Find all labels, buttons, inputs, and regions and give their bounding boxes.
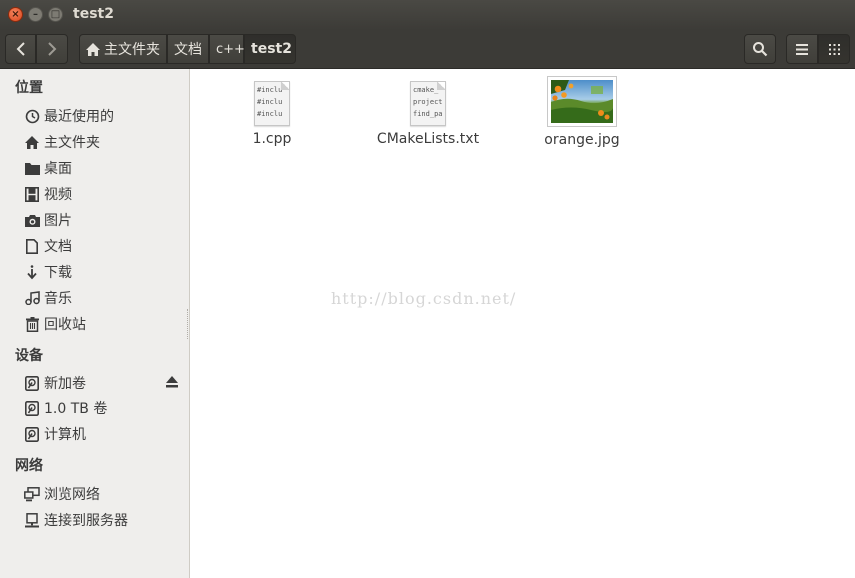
- sidebar-item-label: 主文件夹: [44, 135, 100, 151]
- maximize-icon: □: [50, 9, 61, 20]
- grid-view-button[interactable]: [818, 34, 850, 64]
- sidebar-item-trash[interactable]: 回收站: [24, 313, 86, 335]
- film-icon: [25, 186, 39, 202]
- file-preview-line: #inclu: [257, 110, 283, 118]
- forward-icon: [48, 42, 57, 56]
- music-icon: [24, 291, 40, 305]
- text-file-icon: cmake_ project find_pa: [410, 81, 446, 126]
- sidebar-section-network: 网络: [15, 458, 43, 474]
- sidebar-item-browse-network[interactable]: 浏览网络: [24, 483, 100, 505]
- close-icon: ×: [11, 9, 20, 20]
- file-item[interactable]: orange.jpg: [537, 76, 627, 148]
- document-icon: [26, 238, 38, 254]
- sidebar-item-1tb-volume[interactable]: 1.0 TB 卷: [24, 397, 107, 419]
- window-title: test2: [73, 6, 114, 22]
- sidebar-item-connect-server[interactable]: 连接到服务器: [24, 509, 128, 531]
- drive-icon: [25, 426, 39, 442]
- download-icon: [27, 264, 37, 279]
- sidebar-item-music[interactable]: 音乐: [24, 287, 72, 309]
- breadcrumb-label: 文档: [174, 42, 202, 58]
- camera-icon: [24, 214, 40, 227]
- home-icon: [86, 42, 100, 56]
- sidebar-item-videos[interactable]: 视频: [24, 183, 72, 205]
- file-preview-line: project: [413, 98, 443, 106]
- orange-photo-icon: [551, 80, 613, 123]
- sidebar-section-places: 位置: [15, 80, 43, 96]
- home-icon: [25, 135, 39, 149]
- maximize-button[interactable]: □: [48, 7, 63, 22]
- sidebar-item-label: 新加卷: [44, 376, 86, 392]
- close-button[interactable]: ×: [8, 7, 23, 22]
- drive-icon: [25, 400, 39, 416]
- file-item[interactable]: cmake_ project find_pa CMakeLists.txt: [368, 81, 488, 147]
- sidebar-item-label: 浏览网络: [44, 487, 100, 503]
- sidebar-item-label: 最近使用的: [44, 109, 114, 125]
- sidebar-item-documents[interactable]: 文档: [24, 235, 72, 257]
- file-item[interactable]: #inclu #inclu #inclu 1.cpp: [242, 81, 302, 147]
- drive-icon: [25, 375, 39, 391]
- minimize-icon: –: [33, 9, 38, 20]
- sidebar-item-label: 回收站: [44, 317, 86, 333]
- text-file-icon: #inclu #inclu #inclu: [254, 81, 290, 126]
- forward-button[interactable]: [36, 34, 68, 64]
- clock-icon: [25, 109, 39, 123]
- grid-view-icon: [828, 43, 840, 55]
- sidebar-item-label: 1.0 TB 卷: [44, 401, 108, 417]
- breadcrumb-documents[interactable]: 文档: [167, 34, 209, 64]
- sidebar-item-label: 连接到服务器: [44, 513, 128, 529]
- sidebar-item-label: 桌面: [44, 161, 72, 177]
- network-icon: [24, 486, 40, 501]
- eject-icon[interactable]: [165, 375, 179, 389]
- search-button[interactable]: [744, 34, 776, 64]
- folder-icon: [24, 162, 40, 175]
- file-name: CMakeLists.txt: [376, 131, 480, 147]
- file-preview-line: #inclu: [257, 86, 283, 94]
- breadcrumb-home[interactable]: 主文件夹: [79, 34, 167, 64]
- sidebar-item-label: 图片: [44, 213, 72, 229]
- watermark: http://blog.csdn.net/: [331, 289, 517, 308]
- title-bar: × – □ test2: [0, 0, 855, 30]
- file-name: orange.jpg: [544, 132, 620, 148]
- minimize-button[interactable]: –: [28, 7, 43, 22]
- breadcrumb-label: 主文件夹: [104, 42, 160, 58]
- sidebar-section-devices: 设备: [15, 348, 43, 364]
- sidebar-item-computer[interactable]: 计算机: [24, 423, 86, 445]
- sidebar-item-downloads[interactable]: 下载: [24, 261, 72, 283]
- file-name: 1.cpp: [252, 131, 292, 147]
- back-button[interactable]: [5, 34, 36, 64]
- file-preview-line: #inclu: [257, 98, 283, 106]
- list-view-button[interactable]: [786, 34, 818, 64]
- toolbar: 主文件夹 文档 c++ test2: [0, 30, 855, 69]
- file-view: #inclu #inclu #inclu 1.cpp cmake_ projec…: [190, 69, 855, 578]
- file-preview-line: find_pa: [413, 110, 443, 118]
- sidebar-item-new-volume[interactable]: 新加卷: [24, 372, 86, 394]
- list-view-icon: [796, 43, 808, 55]
- sidebar-item-label: 计算机: [44, 427, 86, 443]
- back-icon: [16, 42, 25, 56]
- sidebar-item-home[interactable]: 主文件夹: [24, 131, 100, 153]
- breadcrumb-label: test2: [251, 41, 292, 57]
- sidebar-item-desktop[interactable]: 桌面: [24, 157, 72, 179]
- sidebar-item-label: 文档: [44, 239, 72, 255]
- sidebar-item-recent[interactable]: 最近使用的: [24, 105, 114, 127]
- sidebar-item-label: 下载: [44, 265, 72, 281]
- server-icon: [25, 512, 39, 527]
- sidebar-item-pictures[interactable]: 图片: [24, 209, 72, 231]
- sidebar-item-label: 视频: [44, 187, 72, 203]
- breadcrumb-cpp[interactable]: c++: [209, 34, 245, 64]
- trash-icon: [25, 316, 39, 332]
- breadcrumb-label: c++: [216, 41, 245, 57]
- search-icon: [753, 42, 768, 57]
- image-thumbnail: [547, 76, 617, 127]
- file-preview-line: cmake_: [413, 86, 439, 94]
- sidebar-item-label: 音乐: [44, 291, 72, 307]
- sidebar: 位置 最近使用的 主文件夹 桌面 视频 图片 文档 下载 音乐 回收站 设备 新…: [0, 69, 190, 578]
- breadcrumb-test2[interactable]: test2: [244, 34, 296, 64]
